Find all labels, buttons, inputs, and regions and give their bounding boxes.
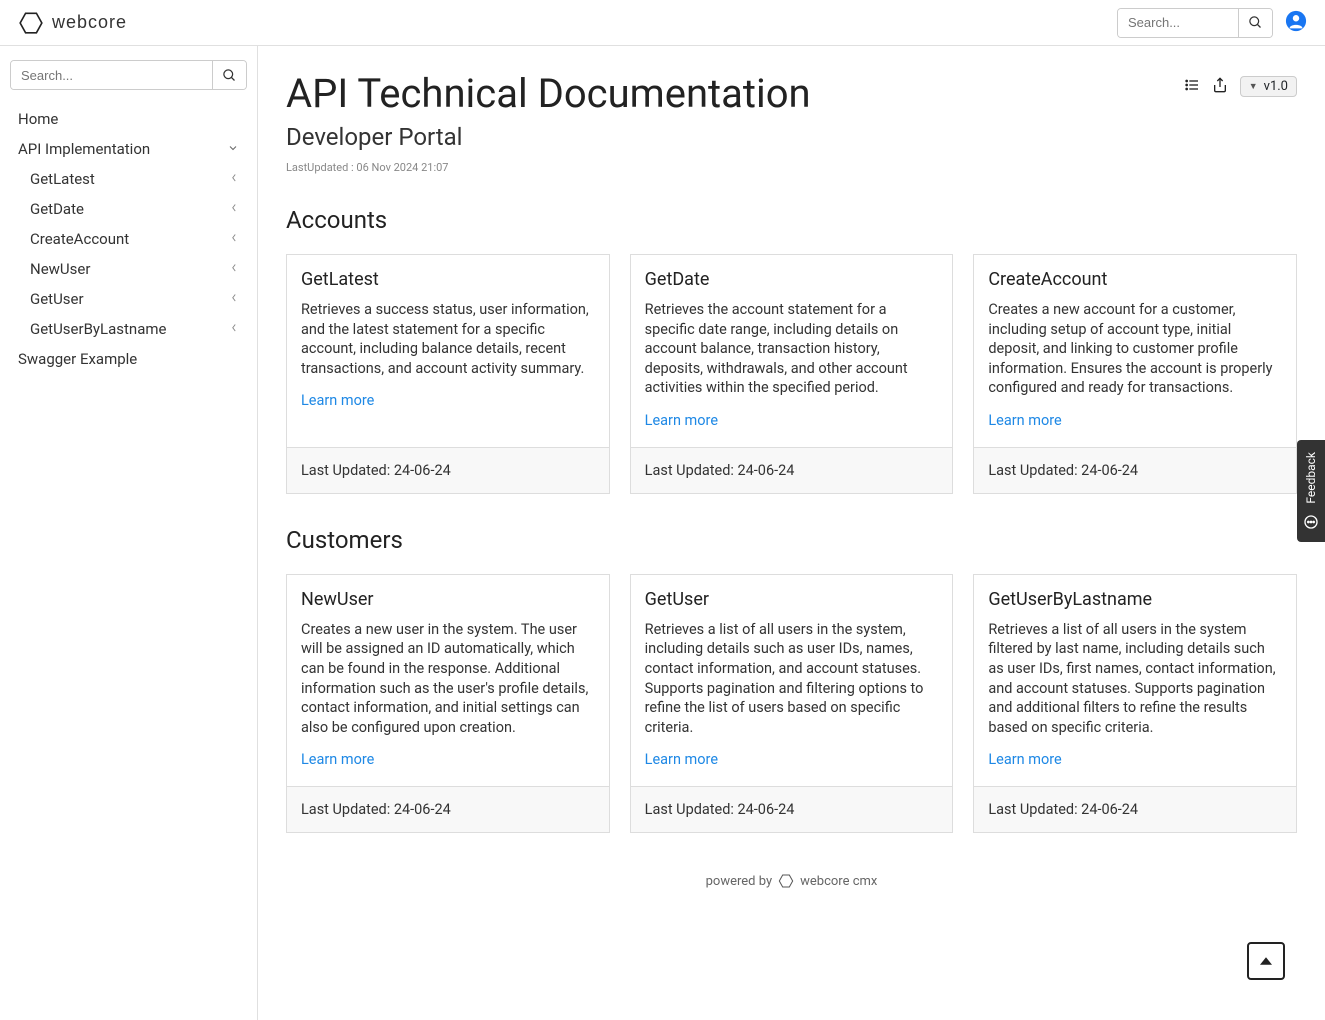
card-description: Retrieves a list of all users in the sys… [645,620,939,737]
share-icon[interactable] [1212,77,1228,97]
card-last-updated: Last Updated: 24-06-24 [287,447,609,493]
card-last-updated: Last Updated: 24-06-24 [631,447,953,493]
list-icon[interactable] [1184,77,1200,97]
page-footer: powered by webcore cmx [286,873,1297,889]
card-description: Creates a new account for a customer, in… [988,300,1282,398]
card-last-updated: Last Updated: 24-06-24 [974,786,1296,832]
sidebar-search [10,60,247,90]
sidebar-item-label: Swagger Example [18,350,137,368]
chevron-down-icon [227,142,239,157]
card-getdate: GetDate Retrieves the account statement … [630,254,954,494]
chevron-left-icon [229,320,239,338]
version-selector[interactable]: ▼ v1.0 [1240,76,1297,97]
header-tools [1117,8,1307,38]
sidebar-item-getuserbylastname[interactable]: GetUserByLastname [10,314,247,344]
card-last-updated: Last Updated: 24-06-24 [287,786,609,832]
app-header: webcore [0,0,1325,46]
card-title: GetLatest [301,269,595,290]
sidebar-item-home[interactable]: Home [10,104,247,134]
sidebar-item-label: CreateAccount [30,230,129,248]
page-subtitle: Developer Portal [286,123,811,151]
chevron-left-icon [229,290,239,308]
card-getlatest: GetLatest Retrieves a success status, us… [286,254,610,494]
card-getuser: GetUser Retrieves a list of all users in… [630,574,954,833]
page-last-updated: LastUpdated : 06 Nov 2024 21:07 [286,161,811,174]
section-title-accounts: Accounts [286,206,1297,234]
triangle-up-icon [1257,952,1275,970]
chevron-left-icon [229,230,239,248]
learn-more-link[interactable]: Learn more [988,751,1061,768]
page-title: API Technical Documentation [286,70,811,117]
sidebar-item-label: GetUser [30,290,84,308]
sidebar-item-getuser[interactable]: GetUser [10,284,247,314]
feedback-label: Feedback [1304,452,1318,504]
sidebar-item-label: Home [18,110,58,128]
sidebar-item-label: API Implementation [18,140,150,158]
card-last-updated: Last Updated: 24-06-24 [974,447,1296,493]
header-search-input[interactable] [1118,9,1238,37]
search-icon [1248,15,1263,30]
search-icon [222,68,237,83]
footer-prefix: powered by [706,874,773,889]
sidebar-item-getlatest[interactable]: GetLatest [10,164,247,194]
sidebar-nav: Home API Implementation GetLatest GetDat… [10,104,247,374]
accounts-card-grid: GetLatest Retrieves a success status, us… [286,254,1297,494]
user-avatar-icon[interactable] [1285,10,1307,36]
card-description: Retrieves a success status, user informa… [301,300,595,378]
card-description: Retrieves the account statement for a sp… [645,300,939,398]
hexagon-icon [778,873,794,889]
sidebar-search-input[interactable] [11,61,212,89]
learn-more-link[interactable]: Learn more [988,412,1061,429]
hexagon-icon [18,10,44,36]
sidebar-search-button[interactable] [212,61,246,89]
card-title: GetUser [645,589,939,610]
card-last-updated: Last Updated: 24-06-24 [631,786,953,832]
card-description: Creates a new user in the system. The us… [301,620,595,737]
sidebar-item-createaccount[interactable]: CreateAccount [10,224,247,254]
card-description: Retrieves a list of all users in the sys… [988,620,1282,737]
card-title: GetDate [645,269,939,290]
learn-more-link[interactable]: Learn more [645,412,718,429]
card-newuser: NewUser Creates a new user in the system… [286,574,610,833]
card-getuserbylastname: GetUserByLastname Retrieves a list of al… [973,574,1297,833]
learn-more-link[interactable]: Learn more [645,751,718,768]
feedback-tab[interactable]: Feedback [1297,440,1325,542]
version-label: v1.0 [1264,79,1288,94]
page-tools: ▼ v1.0 [1184,76,1297,97]
brand-name: webcore [52,12,127,33]
header-search-button[interactable] [1238,9,1272,37]
card-title: GetUserByLastname [988,589,1282,610]
sidebar-item-api-implementation[interactable]: API Implementation [10,134,247,164]
scroll-to-top-button[interactable] [1247,942,1285,980]
card-createaccount: CreateAccount Creates a new account for … [973,254,1297,494]
card-title: CreateAccount [988,269,1282,290]
sidebar: Home API Implementation GetLatest GetDat… [0,46,258,1020]
chevron-left-icon [229,260,239,278]
sidebar-item-newuser[interactable]: NewUser [10,254,247,284]
learn-more-link[interactable]: Learn more [301,392,374,409]
chat-icon [1303,514,1319,530]
sidebar-item-label: GetLatest [30,170,95,188]
triangle-down-icon: ▼ [1249,81,1258,92]
sidebar-item-swagger-example[interactable]: Swagger Example [10,344,247,374]
learn-more-link[interactable]: Learn more [301,751,374,768]
footer-brand: webcore cmx [800,874,877,889]
section-title-customers: Customers [286,526,1297,554]
customers-card-grid: NewUser Creates a new user in the system… [286,574,1297,833]
sidebar-item-label: NewUser [30,260,90,278]
sidebar-item-getdate[interactable]: GetDate [10,194,247,224]
chevron-left-icon [229,170,239,188]
header-search [1117,8,1273,38]
chevron-left-icon [229,200,239,218]
card-title: NewUser [301,589,595,610]
sidebar-item-label: GetUserByLastname [30,320,166,338]
brand-logo[interactable]: webcore [18,10,127,36]
main-content: API Technical Documentation Developer Po… [258,46,1325,1020]
sidebar-item-label: GetDate [30,200,84,218]
